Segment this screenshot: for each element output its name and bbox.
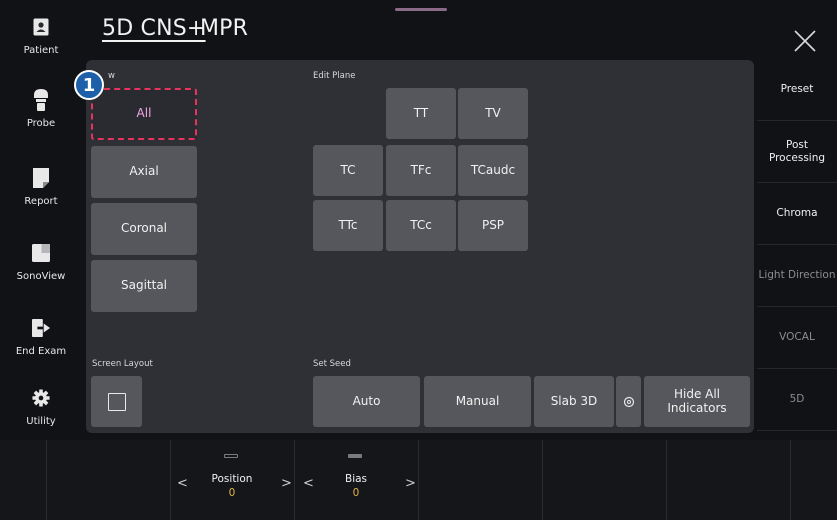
bottom-knob-bar: < Position 0 > < Bias 0 > [0, 440, 837, 520]
right-nav: Preset Post Processing Chroma Light Dire… [757, 60, 837, 432]
light-direction-button[interactable]: Light Direction [757, 246, 837, 307]
bias-knob[interactable]: < Bias 0 > [294, 446, 418, 516]
nav-probe-label: Probe [26, 118, 56, 129]
position-increase-icon[interactable]: > [281, 476, 292, 491]
divider [46, 440, 47, 520]
nav-end-exam-label: End Exam [15, 346, 67, 357]
view-all-button[interactable]: All [91, 88, 197, 140]
nav-end-exam[interactable]: End Exam [0, 318, 82, 382]
divider [418, 440, 419, 520]
plane-tc-button[interactable]: TC [313, 145, 383, 196]
nav-patient[interactable]: Patient [0, 17, 82, 81]
gear-icon [32, 388, 50, 408]
5d-button[interactable]: 5D [757, 370, 837, 431]
nav-sonoview-label: SonoView [16, 271, 66, 282]
chroma-button[interactable]: Chroma [757, 184, 837, 245]
nav-utility-label: Utility [26, 416, 56, 427]
close-icon [794, 30, 816, 52]
nav-report-label: Report [24, 196, 58, 207]
view-axial-button[interactable]: Axial [91, 146, 197, 198]
post-processing-button[interactable]: Post Processing [757, 122, 837, 183]
vocal-button[interactable]: VOCAL [757, 308, 837, 369]
preset-button[interactable]: Preset [757, 60, 837, 121]
screen-layout-button[interactable] [91, 376, 142, 427]
hide-all-indicators-button[interactable]: Hide All Indicators [644, 376, 750, 427]
target-icon [623, 396, 634, 407]
main-panel: w All Axial Coronal Sagittal Edit Plane … [86, 60, 754, 433]
patient-icon [32, 17, 50, 37]
bias-increase-icon[interactable]: > [405, 476, 416, 491]
view-sagittal-button[interactable]: Sagittal [91, 260, 197, 312]
divider [790, 440, 791, 520]
bias-value: 0 [352, 487, 360, 499]
tab-5d-cns[interactable]: 5D CNS+ [102, 16, 206, 41]
position-value: 0 [228, 487, 236, 499]
seed-manual-button[interactable]: Manual [424, 376, 531, 427]
plane-tv-button[interactable]: TV [458, 88, 528, 139]
close-button[interactable] [790, 26, 820, 56]
report-icon [32, 168, 50, 188]
end-exam-icon [32, 318, 50, 338]
seed-auto-button[interactable]: Auto [313, 376, 420, 427]
edit-plane-label: Edit Plane [313, 71, 356, 81]
divider [542, 440, 543, 520]
slab-3d-button[interactable]: Slab 3D [534, 376, 614, 427]
plane-tfc-button[interactable]: TFc [386, 145, 456, 196]
nav-patient-label: Patient [23, 45, 59, 56]
screen-layout-label: Screen Layout [92, 359, 153, 369]
bias-label: Bias [344, 473, 368, 485]
step-badge: 1 [74, 70, 104, 100]
knob-indicator [224, 454, 238, 458]
single-layout-icon [107, 392, 126, 411]
plane-tcc-button[interactable]: TCc [386, 200, 456, 251]
slab-3d-settings-button[interactable] [616, 376, 641, 427]
probe-icon [32, 89, 50, 111]
set-seed-label: Set Seed [313, 359, 351, 369]
plane-ttc-button[interactable]: TTc [313, 200, 383, 251]
position-label: Position [211, 473, 253, 485]
tab-mpr[interactable]: MPR [200, 16, 248, 41]
plane-tt-button[interactable]: TT [386, 88, 456, 139]
view-coronal-button[interactable]: Coronal [91, 203, 197, 255]
left-nav: Patient Probe Report SonoView End Exam U… [0, 0, 82, 440]
nav-sonoview[interactable]: SonoView [0, 243, 82, 307]
nav-probe[interactable]: Probe [0, 89, 82, 154]
knob-indicator [348, 454, 362, 458]
plane-psp-button[interactable]: PSP [458, 200, 528, 251]
sonoview-icon [32, 243, 50, 263]
nav-report[interactable]: Report [0, 168, 82, 232]
plane-tcaudc-button[interactable]: TCaudc [458, 145, 528, 196]
divider [666, 440, 667, 520]
position-knob[interactable]: < Position 0 > [170, 446, 294, 516]
view-section-label: w [108, 71, 115, 81]
top-handle [395, 8, 447, 11]
